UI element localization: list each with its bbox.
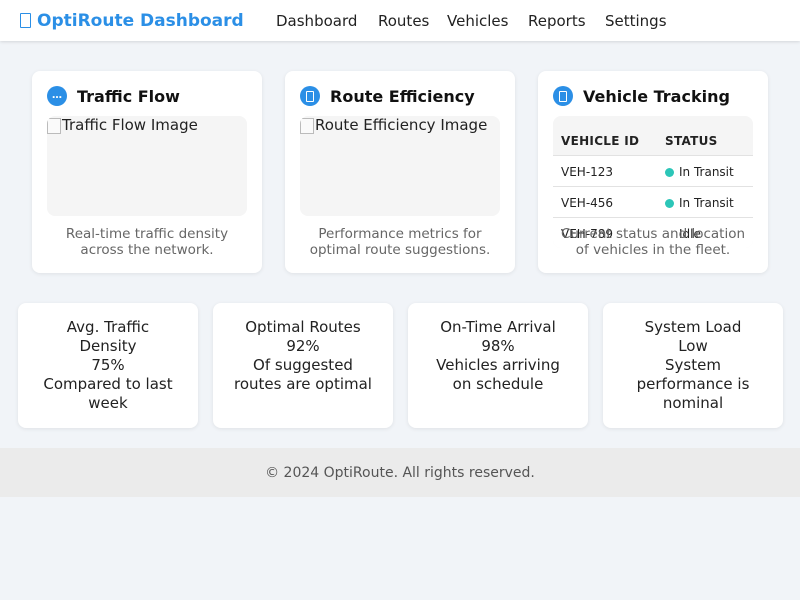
traffic-icon: …	[47, 86, 67, 106]
vehicle-id-cell: VEH-123	[561, 165, 614, 179]
stat-title: Optimal Routes	[245, 318, 361, 336]
card-header: … Traffic Flow	[47, 86, 180, 106]
nav-routes[interactable]: Routes	[378, 12, 429, 30]
table-header: VEHICLE ID STATUS	[553, 116, 753, 156]
stat-note: Compared to last week	[43, 375, 173, 412]
table-row[interactable]: VEH-123 In Transit	[553, 156, 753, 187]
status-cell: In Transit	[665, 165, 734, 179]
vehicle-icon	[553, 86, 573, 106]
route-icon	[300, 86, 320, 106]
route-efficiency-image: Route Efficiency Image	[300, 116, 500, 216]
traffic-flow-image: Traffic Flow Image	[47, 116, 247, 216]
nav-dashboard[interactable]: Dashboard	[276, 12, 357, 30]
footer: © 2024 OptiRoute. All rights reserved.	[0, 448, 800, 497]
brand-link[interactable]: OptiRoute Dashboard	[20, 0, 244, 41]
card-description: Current status and location of vehicles …	[560, 226, 746, 258]
card-header: Vehicle Tracking	[553, 86, 730, 106]
stat-note: System performance is nominal	[636, 356, 750, 412]
stat-title: On-Time Arrival	[440, 318, 556, 336]
column-header-status: STATUS	[665, 134, 718, 148]
status-cell: In Transit	[665, 196, 734, 210]
nav-reports[interactable]: Reports	[528, 12, 586, 30]
vehicle-tracking-card: Vehicle Tracking VEHICLE ID STATUS VEH-1…	[538, 71, 768, 273]
stat-value: 75%	[91, 356, 125, 374]
top-navbar: OptiRoute Dashboard Dashboard Routes Veh…	[0, 0, 800, 41]
card-description: Real-time traffic density across the net…	[65, 226, 229, 258]
vehicle-id-cell: VEH-456	[561, 196, 614, 210]
route-efficiency-card: Route Efficiency Route Efficiency Image …	[285, 71, 515, 273]
copyright-text: © 2024 OptiRoute. All rights reserved.	[265, 464, 535, 481]
broken-image-icon	[47, 118, 61, 134]
card-title: Traffic Flow	[77, 86, 180, 106]
stat-optimal-routes: Optimal Routes 92% Of suggested routes a…	[213, 303, 393, 428]
stat-note: Of suggested routes are optimal	[234, 356, 372, 393]
logo-icon	[20, 13, 31, 28]
stat-value: Low	[678, 337, 708, 355]
traffic-flow-card: … Traffic Flow Traffic Flow Image Real-t…	[32, 71, 262, 273]
stat-title: System Load	[644, 318, 742, 336]
stat-note: Vehicles arriving on schedule	[436, 356, 560, 393]
nav-vehicles[interactable]: Vehicles	[447, 12, 508, 30]
stat-traffic-density: Avg. Traffic Density 75% Compared to las…	[18, 303, 198, 428]
column-header-vehicle-id: VEHICLE ID	[561, 134, 640, 148]
image-alt-text: Route Efficiency Image	[315, 116, 488, 134]
brand-title: OptiRoute Dashboard	[37, 10, 244, 31]
status-dot-icon	[665, 167, 674, 177]
table-row[interactable]: VEH-456 In Transit	[553, 187, 753, 218]
card-description: Performance metrics for optimal route su…	[309, 226, 491, 258]
card-title: Route Efficiency	[330, 86, 475, 106]
card-title: Vehicle Tracking	[583, 86, 730, 106]
broken-image-icon	[300, 118, 314, 134]
stat-system-load: System Load Low System performance is no…	[603, 303, 783, 428]
stat-on-time-arrival: On-Time Arrival 98% Vehicles arriving on…	[408, 303, 588, 428]
nav-settings[interactable]: Settings	[605, 12, 667, 30]
stat-value: 98%	[481, 337, 515, 355]
image-alt-text: Traffic Flow Image	[62, 116, 198, 134]
stat-value: 92%	[286, 337, 320, 355]
stat-title: Avg. Traffic Density	[66, 318, 150, 355]
card-header: Route Efficiency	[300, 86, 475, 106]
status-dot-icon	[665, 198, 674, 208]
